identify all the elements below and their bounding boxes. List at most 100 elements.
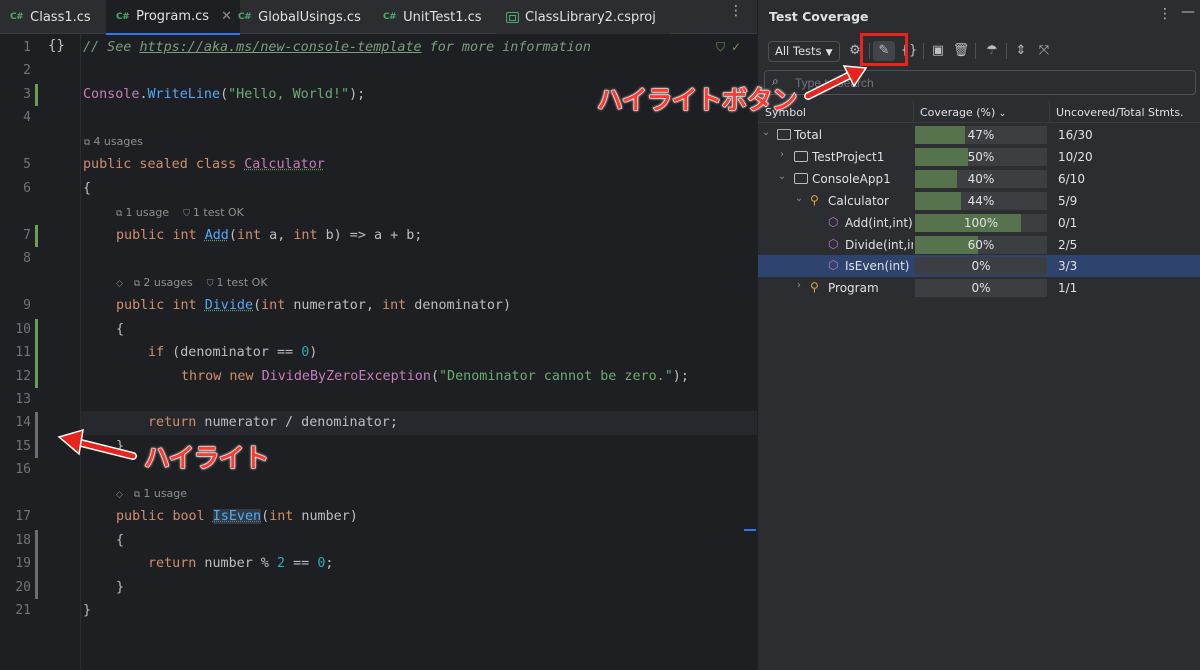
- code-line-17[interactable]: public bool IsEven(int number): [116, 508, 358, 526]
- code-line-6[interactable]: {: [83, 180, 91, 198]
- coverage-marker-covered[interactable]: [35, 319, 38, 388]
- coverage-marker-uncovered[interactable]: [35, 530, 38, 599]
- expand-all-icon[interactable]: ⇕: [1010, 41, 1032, 61]
- usages-hint[interactable]: ◇ ⧉ 2 usages ⛉ 1 test OK: [116, 276, 268, 290]
- coverage-marker-uncovered[interactable]: [35, 412, 38, 458]
- code-line-10[interactable]: {: [116, 321, 124, 339]
- coverage-percent: 47%: [967, 128, 995, 142]
- coverage-row[interactable]: › TestProject1 50% 10/20: [758, 146, 1200, 168]
- code-line-14[interactable]: return numerator / denominator;: [148, 414, 398, 432]
- csharp-file-icon: C#: [10, 12, 24, 22]
- close-tab-icon[interactable]: ✕: [221, 9, 232, 24]
- code-line-7[interactable]: public int Add(int a, int b) => a + b;: [116, 227, 422, 245]
- line-number: 5: [23, 157, 31, 172]
- method-icon: ⬡: [828, 237, 839, 251]
- coverage-row-selected[interactable]: ⬡ IsEven(int) 0% 3/3: [758, 255, 1200, 277]
- row-label: ConsoleApp1: [812, 172, 891, 186]
- chevron-down-icon[interactable]: ⌄: [776, 171, 788, 182]
- tab-program[interactable]: C# Program.cs ✕: [106, 0, 240, 35]
- code-token: public: [116, 298, 173, 313]
- row-label: Total: [794, 128, 823, 142]
- tab-unittest1[interactable]: C# UnitTest1.cs: [383, 0, 482, 34]
- comment-link[interactable]: https://aka.ms/new-console-template: [139, 40, 421, 55]
- delete-icon[interactable]: 🗑: [950, 41, 972, 61]
- code-line-5[interactable]: public sealed class Calculator: [83, 156, 325, 174]
- usages-hint[interactable]: ⧉ 4 usages: [84, 135, 143, 149]
- project-icon: [794, 173, 808, 184]
- line-number: 8: [23, 251, 31, 266]
- coverage-marker-covered[interactable]: [35, 225, 38, 247]
- line-number: 10: [15, 322, 31, 337]
- line-number: 11: [15, 345, 31, 360]
- usages-icon: ⧉: [133, 490, 141, 500]
- column-divider[interactable]: [913, 101, 914, 123]
- line-number: 18: [15, 533, 31, 548]
- tab-globalusings[interactable]: C# GlobalUsings.cs: [238, 0, 361, 34]
- code-line-9[interactable]: public int Divide(int numerator, int den…: [116, 297, 511, 315]
- code-line-3[interactable]: Console.WriteLine("Hello, World!");: [83, 86, 365, 104]
- code-token: Console: [83, 87, 140, 102]
- usages-hint[interactable]: ◇ ⧉ 1 usage: [116, 487, 187, 501]
- coverage-bar: 0%: [915, 279, 1047, 297]
- column-header-coverage[interactable]: Coverage (%) ⌄: [920, 106, 1006, 119]
- collapse-all-icon[interactable]: ⤧: [1033, 41, 1055, 61]
- shield-check-icon[interactable]: ⛉: [716, 40, 725, 55]
- code-line-1[interactable]: // See https://aka.ms/new-console-templa…: [83, 39, 591, 57]
- coverage-row[interactable]: ⬡ Add(int,int) 100% 0/1: [758, 212, 1200, 234]
- code-token: ==: [285, 556, 318, 571]
- line-number: 21: [15, 603, 31, 618]
- chevron-down-icon: ▼: [825, 48, 833, 58]
- line-number: 13: [15, 392, 31, 407]
- line-number: 6: [23, 181, 31, 196]
- chevron-right-icon[interactable]: ›: [776, 149, 788, 160]
- toolbar-divider: [1006, 43, 1007, 59]
- code-token: public sealed class: [83, 157, 245, 172]
- coverage-row[interactable]: ⬡ Divide(int,int 60% 2/5: [758, 234, 1200, 256]
- row-label: Program: [828, 281, 879, 295]
- code-line-11[interactable]: if (denominator == 0): [148, 344, 317, 362]
- minimize-icon[interactable]: —: [1181, 4, 1195, 20]
- coverage-marker-covered[interactable]: [35, 84, 38, 106]
- coverage-percent: 50%: [967, 150, 995, 164]
- column-divider[interactable]: [1049, 101, 1050, 123]
- line-number: 7: [23, 228, 31, 243]
- code-token: if: [148, 345, 165, 360]
- code-line-12[interactable]: throw new DivideByZeroException("Denomin…: [181, 368, 689, 386]
- coverage-row[interactable]: ⌄ ConsoleApp1 40% 6/10: [758, 168, 1200, 190]
- code-line-20[interactable]: }: [116, 579, 124, 597]
- tab-class1[interactable]: C# Class1.cs: [10, 0, 91, 34]
- code-token: ;: [325, 556, 334, 571]
- usages-hint[interactable]: ⧉ 1 usage ⛉ 1 test OK: [116, 206, 244, 220]
- chevron-down-icon[interactable]: ⌄: [793, 193, 805, 204]
- code-comment: for more information: [421, 40, 591, 55]
- code-token: 2: [277, 556, 286, 571]
- column-header-stmts[interactable]: Uncovered/Total Stmts.: [1056, 106, 1184, 119]
- coverage-bar: 40%: [915, 170, 1047, 188]
- coverage-row[interactable]: ⌄ Total 47% 16/30: [758, 124, 1200, 146]
- run-with-coverage-icon[interactable]: ☂: [981, 41, 1003, 61]
- scope-dropdown[interactable]: All Tests ▼: [768, 41, 840, 62]
- code-token: numerator,: [285, 298, 383, 313]
- tab-classlibrary2-csproj[interactable]: ClassLibrary2.csproj: [496, 0, 670, 34]
- uncovered-total-stmts: 10/20: [1058, 150, 1093, 164]
- code-token: return: [148, 415, 197, 430]
- uncovered-total-stmts: 5/9: [1058, 194, 1078, 208]
- usages-icon: ⧉: [116, 209, 123, 219]
- code-line-19[interactable]: return number % 2 == 0;: [148, 555, 333, 573]
- code-line-21[interactable]: }: [83, 602, 91, 620]
- coverage-bar: 60%: [915, 236, 1047, 254]
- scrollbar-marker[interactable]: [744, 529, 756, 531]
- more-options-icon[interactable]: ⋮: [1158, 6, 1172, 22]
- code-token: (: [253, 298, 262, 313]
- check-icon[interactable]: ✓: [731, 40, 741, 55]
- save-icon[interactable]: ▣: [927, 41, 949, 61]
- chevron-right-icon[interactable]: ›: [793, 280, 805, 291]
- more-tabs-icon[interactable]: ⋮: [729, 4, 743, 18]
- code-line-18[interactable]: {: [116, 532, 124, 550]
- coverage-row[interactable]: ⌄ ⚲ Calculator 44% 5/9: [758, 190, 1200, 212]
- file-status-indicators[interactable]: ⛉ ✓: [716, 40, 741, 55]
- code-token: );: [349, 87, 366, 102]
- chevron-down-icon[interactable]: ⌄: [760, 127, 772, 138]
- coverage-percent: 44%: [967, 194, 995, 208]
- coverage-row[interactable]: › ⚲ Program 0% 1/1: [758, 277, 1200, 299]
